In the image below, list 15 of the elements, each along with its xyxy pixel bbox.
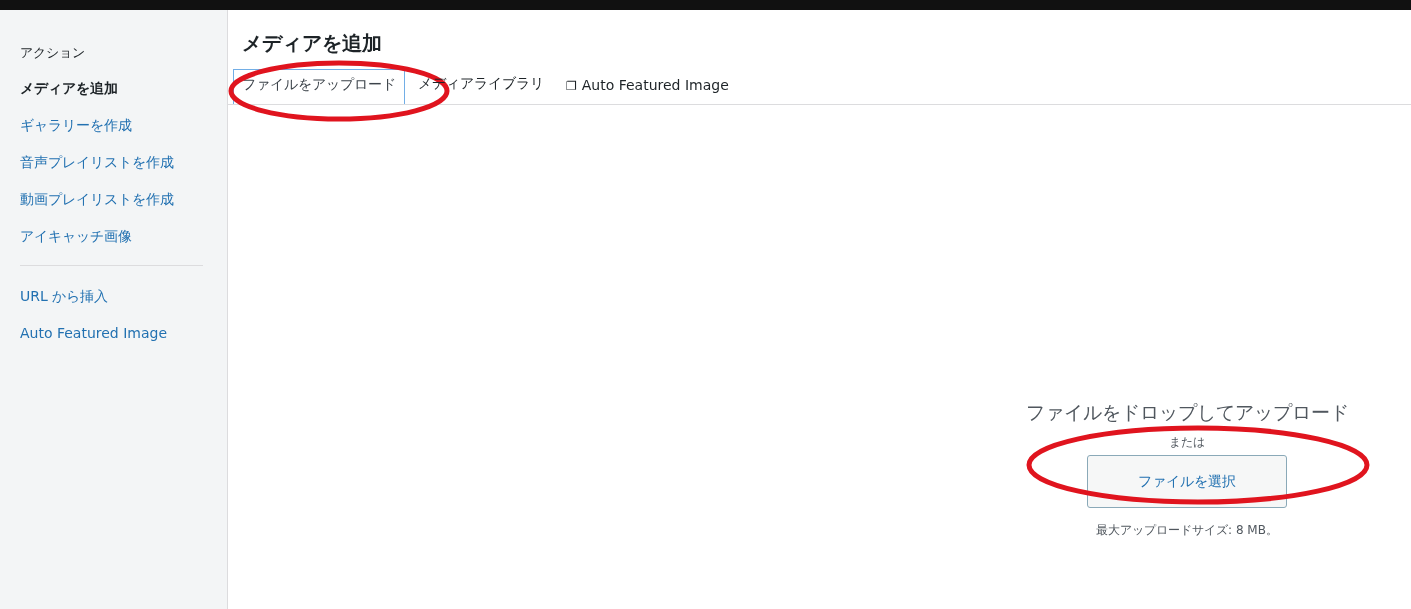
sidebar-item[interactable]: URL から挿入 (20, 288, 109, 306)
sidebar-item[interactable]: メディアを追加 (20, 80, 118, 98)
select-files-button[interactable]: ファイルを選択 (1087, 455, 1287, 508)
max-upload-size: 最大アップロードサイズ: 8 MB。 (1096, 522, 1278, 539)
sidebar-item[interactable]: アイキャッチ画像 (20, 228, 132, 246)
sidebar-item[interactable]: ギャラリーを作成 (20, 117, 132, 135)
or-text: または (1169, 434, 1205, 451)
sidebar-item[interactable]: Auto Featured Image (20, 325, 168, 341)
tab[interactable]: ファイルをアップロード (233, 69, 405, 104)
page-title: メディアを追加 (242, 30, 382, 57)
sidebar-item[interactable]: 動画プレイリストを作成 (20, 191, 174, 209)
sidebar-heading: アクション (20, 44, 85, 62)
drop-instructions: ファイルをドロップしてアップロード (1025, 400, 1349, 425)
tab[interactable]: ❐ Auto Featured Image (557, 70, 738, 104)
sidebar-item[interactable]: 音声プレイリストを作成 (20, 154, 174, 172)
